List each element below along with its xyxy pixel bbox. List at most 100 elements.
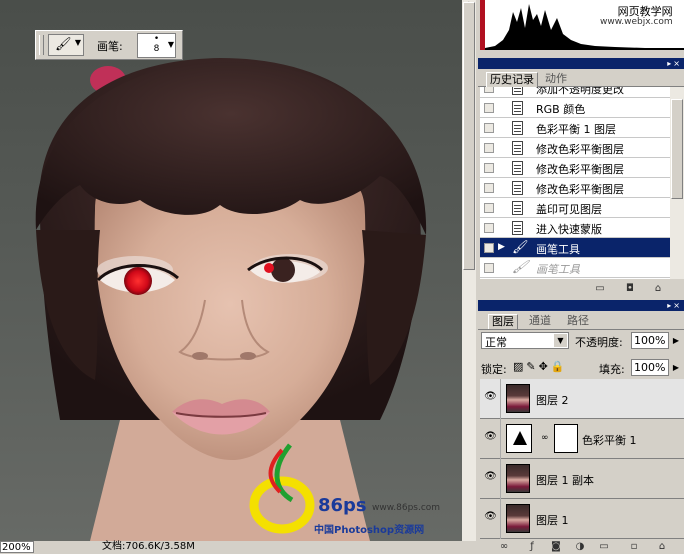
- add-mask-icon[interactable]: ◙: [550, 541, 562, 552]
- history-snapshot-checkbox[interactable]: [484, 143, 494, 153]
- panel-menu-icon[interactable]: ▸×: [667, 59, 682, 68]
- history-item[interactable]: 色彩平衡 1 图层: [480, 118, 670, 138]
- lock-pixels-icon[interactable]: ✎: [526, 360, 538, 373]
- layer-name: 图层 1 副本: [536, 474, 594, 487]
- eye-visibility-icon[interactable]: 👁: [484, 471, 497, 484]
- layer-row[interactable]: 👁 图层 1 副本: [480, 459, 684, 499]
- history-snapshot-checkbox[interactable]: [484, 163, 494, 173]
- fill-label: 填充:: [599, 363, 625, 376]
- new-document-from-state-icon[interactable]: ▭: [594, 283, 606, 294]
- watermark-line1: 网页教学网: [617, 5, 673, 18]
- history-item[interactable]: RGB 颜色: [480, 98, 670, 118]
- history-item-selected[interactable]: ▶ 🖌 画笔工具: [480, 238, 670, 258]
- history-snapshot-checkbox[interactable]: [484, 103, 494, 113]
- logo-caption: 中国Photoshop资源网: [314, 525, 425, 536]
- fill-slider-arrow-icon[interactable]: ▶: [670, 359, 682, 376]
- lock-label: 锁定:: [481, 363, 507, 376]
- camera-snapshot-icon[interactable]: ◘: [624, 283, 636, 294]
- history-item[interactable]: 添加不透明度更改: [480, 87, 670, 98]
- history-snapshot-checkbox[interactable]: [484, 203, 494, 213]
- lock-options[interactable]: ▨✎✥🔒: [513, 360, 568, 373]
- history-item[interactable]: 修改色彩平衡图层: [480, 158, 670, 178]
- history-panel: 历史记录 动作 添加不透明度更改 RGB 颜色 色彩平衡 1 图层 修改色彩平衡…: [478, 71, 684, 297]
- layer-link-column[interactable]: [500, 379, 501, 419]
- history-item-label: 盖印可见图层: [536, 203, 602, 216]
- history-snapshot-checkbox[interactable]: [484, 87, 494, 93]
- layer-link-column[interactable]: [500, 459, 501, 499]
- history-panel-titlebar[interactable]: ▸×: [478, 58, 684, 69]
- brush-icon: 🖌: [512, 260, 529, 275]
- layers-panel-titlebar[interactable]: ▸×: [478, 300, 684, 311]
- layer-name: 图层 1: [536, 514, 569, 527]
- tab-layers[interactable]: 图层: [488, 314, 518, 329]
- status-bar: 200% 文档:706.6K/3.58M: [0, 541, 476, 553]
- history-step-icon: [512, 201, 523, 215]
- history-snapshot-checkbox[interactable]: [484, 243, 494, 253]
- histogram-channel-marker: [480, 0, 485, 50]
- lock-all-icon[interactable]: 🔒: [551, 360, 568, 373]
- trash-icon[interactable]: ⌂: [656, 541, 668, 552]
- lock-position-icon[interactable]: ✥: [539, 360, 551, 373]
- new-group-icon[interactable]: ▭: [598, 541, 610, 552]
- history-item-label: RGB 颜色: [536, 103, 586, 116]
- history-tabs: 历史记录 动作: [478, 71, 684, 87]
- document-canvas[interactable]: 86ps www.86ps.com 中国Photoshop资源网 🖌 ▼ 画笔:…: [0, 0, 462, 541]
- tab-history[interactable]: 历史记录: [486, 72, 538, 87]
- history-item[interactable]: 修改色彩平衡图层: [480, 138, 670, 158]
- new-layer-icon[interactable]: ▫: [628, 541, 640, 552]
- toolbar-grip[interactable]: [39, 35, 44, 55]
- history-snapshot-checkbox[interactable]: [484, 263, 494, 273]
- tab-actions[interactable]: 动作: [542, 72, 570, 86]
- layers-panel: 图层 通道 路径 正常 ▼ 不透明度: 100% ▶ 锁定: ▨✎✥🔒 填充: …: [478, 313, 684, 553]
- layer-link-column[interactable]: [500, 499, 501, 539]
- logo-86ps-text: 86ps: [318, 495, 367, 516]
- history-footer: ▭ ◘ ⌂: [478, 281, 684, 297]
- watermark-line2: www.webjx.com: [600, 17, 673, 27]
- eye-visibility-icon[interactable]: 👁: [484, 511, 497, 524]
- history-snapshot-checkbox[interactable]: [484, 223, 494, 233]
- eye-visibility-icon[interactable]: 👁: [484, 431, 497, 444]
- brush-icon: 🖌: [55, 37, 72, 52]
- history-step-icon: [512, 161, 523, 175]
- history-item-label: 修改色彩平衡图层: [536, 183, 624, 196]
- history-item[interactable]: 修改色彩平衡图层: [480, 178, 670, 198]
- layer-link-column[interactable]: [500, 419, 501, 459]
- tab-channels[interactable]: 通道: [526, 314, 554, 328]
- history-item[interactable]: 进入快速蒙版: [480, 218, 670, 238]
- layer-row-selected[interactable]: 👁 图层 2: [480, 379, 684, 419]
- canvas-vertical-scrollbar[interactable]: ▲: [462, 0, 476, 541]
- logo-url-text: www.86ps.com: [372, 503, 441, 513]
- lock-transparency-icon[interactable]: ▨: [513, 360, 526, 373]
- blend-mode-value: 正常: [485, 336, 507, 349]
- site-watermark: 网页教学网 www.webjx.com: [600, 6, 673, 28]
- opacity-slider-arrow-icon[interactable]: ▶: [670, 332, 682, 349]
- photo-image: [35, 58, 427, 541]
- history-item[interactable]: 盖印可见图层: [480, 198, 670, 218]
- scrollbar-thumb[interactable]: [463, 2, 475, 270]
- tab-paths[interactable]: 路径: [564, 314, 592, 328]
- layer-row[interactable]: 👁 图层 1: [480, 499, 684, 539]
- adjustment-layer-icon[interactable]: ◑: [574, 541, 586, 552]
- layer-row[interactable]: 👁 ∞ 色彩平衡 1: [480, 419, 684, 459]
- layer-name: 色彩平衡 1: [582, 434, 637, 447]
- zoom-level-field[interactable]: 200%: [0, 541, 34, 553]
- history-snapshot-checkbox[interactable]: [484, 183, 494, 193]
- trash-icon[interactable]: ⌂: [652, 283, 664, 294]
- history-snapshot-checkbox[interactable]: [484, 123, 494, 133]
- layer-style-icon[interactable]: ƒ: [526, 541, 538, 552]
- fill-input[interactable]: 100%: [631, 359, 669, 376]
- panel-menu-icon[interactable]: ▸×: [667, 301, 682, 310]
- opacity-input[interactable]: 100%: [631, 332, 669, 349]
- brush-size-picker[interactable]: • 8 ▼: [137, 33, 176, 58]
- link-layers-icon[interactable]: ∞: [498, 541, 510, 552]
- chain-link-icon[interactable]: ∞: [541, 433, 549, 443]
- tool-preset-picker[interactable]: 🖌 ▼: [48, 34, 84, 56]
- scrollbar-thumb[interactable]: [671, 99, 683, 199]
- eye-visibility-icon[interactable]: 👁: [484, 391, 497, 404]
- layer-mask-thumbnail[interactable]: [554, 424, 578, 453]
- history-item-dimmed[interactable]: 🖌 画笔工具: [480, 258, 670, 278]
- blend-mode-select[interactable]: 正常 ▼: [481, 332, 569, 349]
- history-scrollbar[interactable]: [670, 87, 684, 279]
- chevron-down-icon: ▼: [167, 40, 174, 49]
- opacity-label: 不透明度:: [575, 336, 623, 349]
